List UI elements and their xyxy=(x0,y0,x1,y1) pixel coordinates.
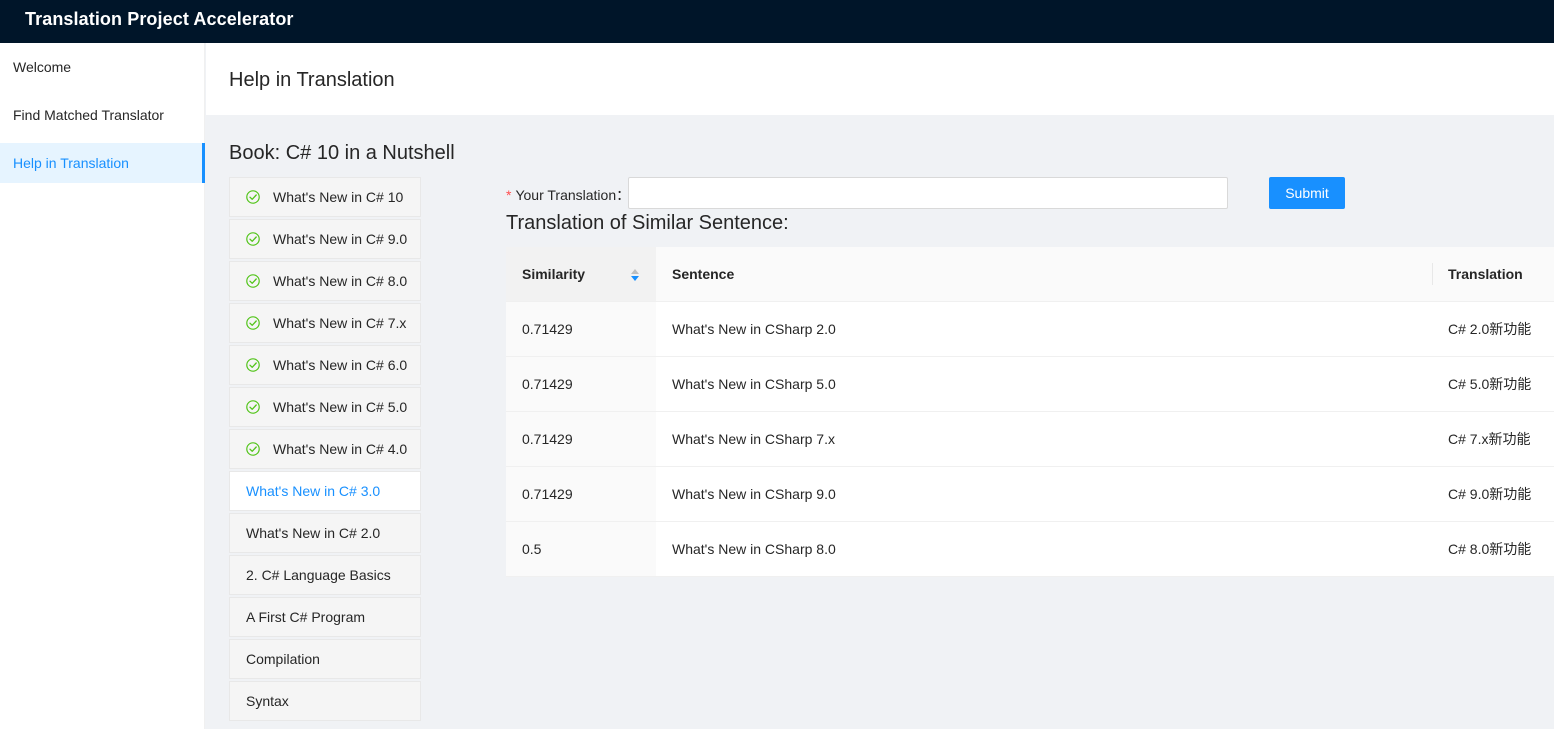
similarity-cell: 0.71429 xyxy=(522,431,573,447)
column-header-label: Translation xyxy=(1448,266,1523,282)
chapter-item[interactable]: 2. C# Language Basics xyxy=(229,555,421,595)
table-row: 0.71429 What's New in CSharp 7.x C# 7.x新功能 xyxy=(506,412,1554,467)
chapter-label: Compilation xyxy=(246,651,320,667)
sidebar-item-find-matched-translator[interactable]: Find Matched Translator xyxy=(0,95,205,135)
page-header: Help in Translation xyxy=(206,43,1554,115)
required-mark: * xyxy=(506,187,512,203)
chapter-label: What's New in C# 9.0 xyxy=(273,231,408,247)
chapter-item[interactable]: Syntax xyxy=(229,681,421,721)
translation-label-text: Your Translation： xyxy=(515,187,631,203)
check-circle-icon xyxy=(246,232,260,246)
chapter-item[interactable]: What's New in C# 5.0 xyxy=(229,387,421,427)
sentence-cell: What's New in CSharp 9.0 xyxy=(672,486,836,502)
chapter-label: What's New in C# 7.x xyxy=(273,315,407,331)
chapter-item[interactable]: What's New in C# 6.0 xyxy=(229,345,421,385)
table-row: 0.71429 What's New in CSharp 9.0 C# 9.0新功能 xyxy=(506,467,1554,522)
sentence-cell: What's New in CSharp 2.0 xyxy=(672,321,836,337)
similarity-cell: 0.71429 xyxy=(522,376,573,392)
column-header-sentence: Sentence xyxy=(672,247,734,301)
chapter-item[interactable]: What's New in C# 8.0 xyxy=(229,261,421,301)
chapter-label: What's New in C# 3.0 xyxy=(246,483,381,499)
sidebar-item-welcome[interactable]: Welcome xyxy=(0,47,205,87)
check-circle-icon xyxy=(246,358,260,372)
chapter-label: What's New in C# 10 xyxy=(273,189,404,205)
sidebar-item-label: Welcome xyxy=(13,59,72,75)
check-circle-icon xyxy=(246,274,260,288)
translation-label: * Your Translation： xyxy=(506,185,630,205)
app-title: Translation Project Accelerator xyxy=(25,9,294,29)
chapter-label: What's New in C# 6.0 xyxy=(273,357,408,373)
column-divider xyxy=(1432,263,1433,285)
translation-cell: C# 7.x新功能 xyxy=(1448,431,1531,447)
sort-caret-icon[interactable] xyxy=(630,267,640,283)
chapter-label: 2. C# Language Basics xyxy=(246,567,391,583)
translation-cell: C# 8.0新功能 xyxy=(1448,541,1532,557)
chapter-label: What's New in C# 8.0 xyxy=(273,273,408,289)
chapter-label: What's New in C# 2.0 xyxy=(246,525,381,541)
chapter-item[interactable]: What's New in C# 2.0 xyxy=(229,513,421,553)
similarity-cell: 0.71429 xyxy=(522,486,573,502)
chapter-label: What's New in C# 5.0 xyxy=(273,399,408,415)
column-header-label: Similarity xyxy=(522,266,586,282)
check-circle-icon xyxy=(246,442,260,456)
book-title: Book: C# 10 in a Nutshell xyxy=(229,142,455,164)
chapter-label: Syntax xyxy=(246,693,289,709)
similarity-cell: 0.5 xyxy=(522,541,542,557)
translation-cell: C# 9.0新功能 xyxy=(1448,486,1532,502)
sentence-cell: What's New in CSharp 8.0 xyxy=(672,541,836,557)
similarity-cell: 0.71429 xyxy=(522,321,573,337)
translation-cell: C# 5.0新功能 xyxy=(1448,376,1532,392)
similar-sentence-title: Translation of Similar Sentence: xyxy=(506,212,789,234)
sidebar-item-label: Find Matched Translator xyxy=(13,107,164,123)
sidebar-item-label: Help in Translation xyxy=(13,155,129,171)
page-title: Help in Translation xyxy=(229,69,395,91)
table-row: 0.71429 What's New in CSharp 2.0 C# 2.0新功能 xyxy=(506,302,1554,357)
column-header-translation: Translation xyxy=(1448,247,1523,301)
check-circle-icon xyxy=(246,316,260,330)
chapter-item[interactable]: What's New in C# 9.0 xyxy=(229,219,421,259)
chapter-label: A First C# Program xyxy=(246,609,366,625)
chapter-item[interactable]: A First C# Program xyxy=(229,597,421,637)
chapter-item[interactable]: What's New in C# 3.0 xyxy=(229,471,421,511)
sidebar: Welcome Find Matched Translator Help in … xyxy=(0,43,205,729)
check-circle-icon xyxy=(246,400,260,414)
submit-button[interactable]: Submit xyxy=(1269,177,1345,209)
top-bar: Translation Project Accelerator xyxy=(0,0,1554,43)
sentence-cell: What's New in CSharp 5.0 xyxy=(672,376,836,392)
chapter-label: What's New in C# 4.0 xyxy=(273,441,408,457)
table-row: 0.5 What's New in CSharp 8.0 C# 8.0新功能 xyxy=(506,522,1554,577)
table-row: 0.71429 What's New in CSharp 5.0 C# 5.0新功能 xyxy=(506,357,1554,412)
table-header: Similarity Sentence Translation xyxy=(506,247,1554,302)
sidebar-item-help-in-translation[interactable]: Help in Translation xyxy=(0,143,205,183)
chapter-item[interactable]: What's New in C# 4.0 xyxy=(229,429,421,469)
translation-input[interactable] xyxy=(628,177,1228,209)
chapter-item[interactable]: What's New in C# 10 xyxy=(229,177,421,217)
sentence-cell: What's New in CSharp 7.x xyxy=(672,431,835,447)
translation-cell: C# 2.0新功能 xyxy=(1448,321,1532,337)
check-circle-icon xyxy=(246,190,260,204)
column-header-label: Sentence xyxy=(672,266,735,282)
chapter-item[interactable]: What's New in C# 7.x xyxy=(229,303,421,343)
chapter-item[interactable]: Compilation xyxy=(229,639,421,679)
